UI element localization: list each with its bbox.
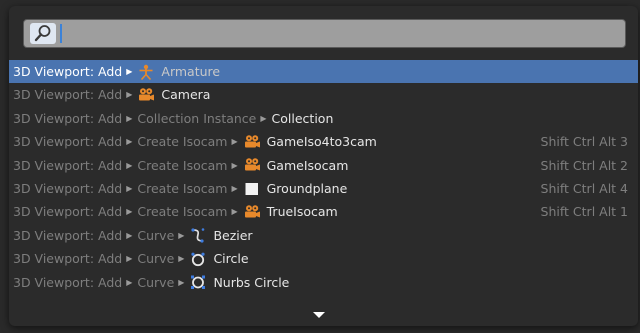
chevron-right-icon: ▶: [260, 113, 267, 123]
search-result-item[interactable]: 3D Viewport: Add ▶ Camera: [9, 83, 638, 106]
result-label: Bezier: [213, 227, 253, 243]
result-label: Circle: [213, 251, 249, 267]
search-result-item[interactable]: 3D Viewport: Add ▶ Create Isocam ▶ Groundpla…: [9, 177, 638, 200]
keyboard-shortcut: Shift Ctrl Alt 2: [540, 157, 628, 173]
menu-path-segment: 3D Viewport: Add: [13, 251, 123, 267]
chevron-right-icon: ▶: [126, 207, 133, 217]
chevron-right-icon: ▶: [231, 183, 238, 193]
result-label: Armature: [161, 64, 221, 79]
chevron-right-icon: ▶: [126, 183, 133, 193]
chevron-right-icon: ▶: [126, 277, 133, 287]
armature-icon: [137, 64, 155, 80]
chevron-right-icon: ▶: [126, 254, 133, 264]
result-label: Camera: [161, 87, 211, 103]
chevron-right-icon: ▶: [126, 113, 133, 123]
search-result-item[interactable]: 3D Viewport: Add ▶ Collection Instance ▶ Col…: [9, 107, 638, 130]
result-label: GameIso4to3cam: [266, 134, 377, 150]
result-label: Nurbs Circle: [213, 274, 290, 290]
menu-path-segment: 3D Viewport: Add: [13, 204, 123, 220]
chevron-right-icon: ▶: [126, 90, 133, 100]
menu-path-segment: Curve: [137, 274, 175, 290]
result-label: Groundplane: [266, 180, 348, 196]
search-result-item[interactable]: 3D Viewport: Add ▶ Curve ▶ Bezier: [9, 224, 638, 247]
chevron-right-icon: ▶: [126, 67, 133, 76]
chevron-right-icon: ▶: [126, 230, 133, 240]
plane-icon: [243, 181, 261, 197]
chevron-right-icon: ▶: [126, 160, 133, 170]
menu-path-segment: Create Isocam: [137, 134, 228, 150]
camera-icon: [243, 204, 261, 220]
nurbs-circle-icon: [189, 274, 207, 290]
scroll-down-indicator-icon[interactable]: [313, 312, 325, 318]
keyboard-shortcut: Shift Ctrl Alt 1: [540, 204, 628, 220]
search-icon: [30, 23, 56, 44]
menu-path-segment: Collection Instance: [137, 110, 257, 126]
chevron-right-icon: ▶: [126, 137, 133, 147]
chevron-right-icon: ▶: [231, 160, 238, 170]
bezier-curve-icon: [189, 227, 207, 244]
chevron-right-icon: ▶: [178, 230, 185, 240]
search-result-item[interactable]: 3D Viewport: Add ▶ Curve ▶ Nurbs Circle: [9, 271, 638, 294]
menu-path-segment: Curve: [137, 251, 175, 267]
menu-path-segment: 3D Viewport: Add: [13, 134, 123, 150]
camera-icon: [137, 87, 155, 103]
search-results-list: 3D Viewport: Add ▶ Armature 3D Viewport: Ad…: [9, 60, 638, 294]
chevron-right-icon: ▶: [178, 254, 185, 264]
camera-icon: [243, 157, 261, 173]
search-result-item[interactable]: 3D Viewport: Add ▶ Armature: [9, 60, 638, 84]
search-result-item[interactable]: 3D Viewport: Add ▶ Curve ▶ Circle: [9, 247, 638, 270]
text-caret: [60, 24, 62, 43]
menu-path-segment: 3D Viewport: Add: [13, 274, 123, 290]
chevron-right-icon: ▶: [231, 207, 238, 217]
menu-path-segment: Create Isocam: [137, 157, 228, 173]
search-result-item[interactable]: 3D Viewport: Add ▶ Create Isocam ▶ TrueIsoca…: [9, 200, 638, 223]
camera-icon: [243, 134, 261, 150]
menu-path-segment: 3D Viewport: Add: [13, 180, 123, 196]
search-result-item[interactable]: 3D Viewport: Add ▶ Create Isocam ▶ GameIsoca…: [9, 154, 638, 177]
menu-path-segment: Create Isocam: [137, 180, 228, 196]
chevron-right-icon: ▶: [178, 277, 185, 287]
result-label: Collection: [271, 110, 334, 126]
circle-curve-icon: [189, 251, 207, 267]
menu-path-segment: 3D Viewport: Add: [13, 157, 123, 173]
menu-path-segment: Curve: [137, 227, 175, 243]
search-result-item[interactable]: 3D Viewport: Add ▶ Create Isocam ▶ GameIso4t…: [9, 130, 638, 153]
menu-path-segment: 3D Viewport: Add: [13, 87, 123, 103]
menu-path-segment: 3D Viewport: Add: [13, 64, 123, 79]
keyboard-shortcut: Shift Ctrl Alt 4: [540, 180, 628, 196]
result-label: TrueIsocam: [266, 204, 338, 220]
result-label: GameIsocam: [266, 157, 349, 173]
menu-path-segment: 3D Viewport: Add: [13, 110, 123, 126]
keyboard-shortcut: Shift Ctrl Alt 3: [540, 134, 628, 150]
menu-path-segment: 3D Viewport: Add: [13, 227, 123, 243]
search-bar[interactable]: [23, 19, 626, 48]
chevron-right-icon: ▶: [231, 137, 238, 147]
menu-path-segment: Create Isocam: [137, 204, 228, 220]
